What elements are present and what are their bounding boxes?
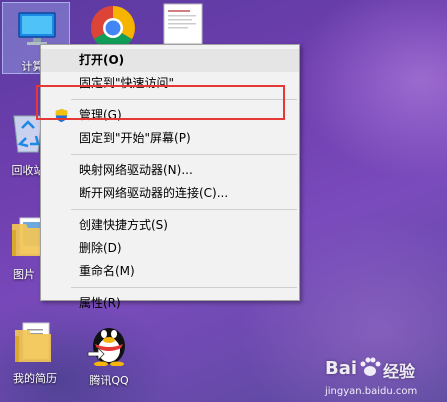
desktop-icon-qq[interactable]: 腾讯QQ [74, 318, 144, 390]
menu-item-map-network-drive[interactable]: 映射网络驱动器(N)... [41, 159, 299, 182]
desktop-icon-resume[interactable]: 我的简历 [0, 318, 70, 390]
watermark-brand2: 经验 [383, 362, 416, 381]
watermark-url: jingyan.baidu.com [325, 386, 418, 397]
menu-divider [71, 287, 297, 288]
menu-item-pin-start[interactable]: 固定到"开始"屏幕(P) [41, 127, 299, 150]
desktop-icon-document[interactable] [150, 2, 220, 46]
watermark-brand: Bai [325, 358, 358, 379]
qq-penguin-icon [87, 328, 125, 366]
desktop-icon-label: 腾讯QQ [89, 374, 129, 387]
highlight-box [36, 85, 285, 120]
menu-item-disconnect-network-drive[interactable]: 断开网络驱动器的连接(C)... [41, 182, 299, 205]
menu-item-rename[interactable]: 重命名(M) [41, 260, 299, 283]
document-thumbnail-icon [163, 3, 203, 44]
desktop-icon-chrome[interactable] [78, 4, 148, 50]
paw-icon [360, 357, 381, 376]
menu-item-open[interactable]: 打开(O) [41, 49, 299, 72]
menu-divider [71, 154, 297, 155]
folder-icon [15, 322, 51, 362]
baidu-watermark: Bai 经验 jingyan.baidu.com [325, 350, 445, 400]
menu-item-delete[interactable]: 删除(D) [41, 237, 299, 260]
menu-item-create-shortcut[interactable]: 创建快捷方式(S) [41, 214, 299, 237]
menu-item-properties[interactable]: 属性(R) [41, 292, 299, 315]
desktop-icon-label: 我的简历 [13, 372, 57, 385]
computer-icon [18, 12, 56, 45]
menu-divider [71, 209, 297, 210]
context-menu: 打开(O) 固定到"快速访问" 管理(G) 固定到"开始"屏幕(P) 映射网络驱… [40, 44, 300, 310]
